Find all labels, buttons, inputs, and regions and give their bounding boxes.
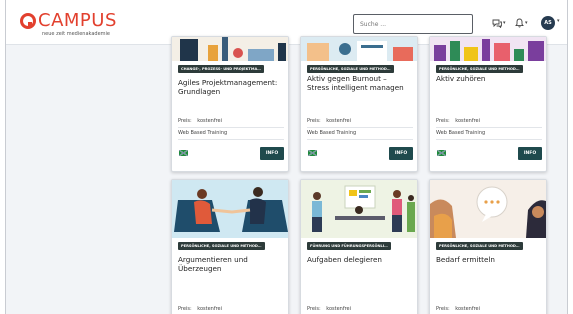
chevron-down-icon[interactable]: ▾	[557, 18, 560, 24]
logo-text: CAMPUS	[38, 10, 117, 31]
divider	[178, 139, 284, 140]
window-frame-right	[567, 0, 573, 314]
category-badge: FÜHRUNG UND FÜHRUNGSPERSÖNLI…	[307, 242, 391, 250]
flag-icon	[179, 150, 188, 156]
price-value: kostenfrei	[455, 118, 480, 124]
course-card[interactable]: PERSÖNLICHE, SOZIALE UND METHOD… Aktiv z…	[429, 36, 547, 172]
category-badge: PERSÖNLICHE, SOZIALE UND METHOD…	[436, 65, 523, 73]
course-format: Web Based Training	[307, 130, 357, 136]
logo-ring-icon	[20, 13, 36, 29]
category-badge: CHANGE-, PROZESS- UND PROJEKTMA…	[178, 65, 264, 73]
course-title[interactable]: Bedarf ermitteln	[436, 255, 540, 264]
course-card[interactable]: FÜHRUNG UND FÜHRUNGSPERSÖNLI… Aufgaben d…	[300, 179, 418, 314]
course-thumbnail	[301, 180, 417, 238]
info-button[interactable]: INFO	[518, 147, 542, 160]
price-label: Preis:	[436, 118, 450, 124]
course-card[interactable]: CHANGE-, PROZESS- UND PROJEKTMA… Agiles …	[171, 36, 289, 172]
category-badge: PERSÖNLICHE, SOZIALE UND METHOD…	[178, 242, 265, 250]
user-avatar[interactable]: AS	[541, 16, 555, 30]
price-value: kostenfrei	[197, 306, 222, 312]
notifications-button[interactable]: ▾	[515, 16, 528, 30]
course-thumbnail	[301, 37, 417, 61]
flag-icon	[437, 150, 446, 156]
search-input[interactable]	[353, 14, 473, 34]
logo-tagline: neue zeit medienakademie	[42, 31, 110, 37]
course-title[interactable]: Aufgaben delegieren	[307, 255, 411, 264]
chevron-down-icon: ▾	[503, 20, 506, 26]
course-card[interactable]: PERSÖNLICHE, SOZIALE UND METHOD… Aktiv g…	[300, 36, 418, 172]
course-grid: CHANGE-, PROZESS- UND PROJEKTMA… Agiles …	[6, 36, 567, 314]
category-badge: PERSÖNLICHE, SOZIALE UND METHOD…	[307, 65, 394, 73]
flag-icon	[308, 150, 317, 156]
course-title[interactable]: Argumentieren und Überzeugen	[178, 255, 282, 273]
info-button[interactable]: INFO	[389, 147, 413, 160]
course-title[interactable]: Agiles Projektmanagement: Grundlagen	[178, 78, 282, 96]
price-value: kostenfrei	[455, 306, 480, 312]
price-value: kostenfrei	[326, 306, 351, 312]
course-card[interactable]: PERSÖNLICHE, SOZIALE UND METHOD… Bedarf …	[429, 179, 547, 314]
info-button[interactable]: INFO	[260, 147, 284, 160]
course-title[interactable]: Aktiv gegen Burnout – Stress intelligent…	[307, 74, 411, 92]
category-badge: PERSÖNLICHE, SOZIALE UND METHOD…	[436, 242, 523, 250]
price-label: Preis:	[178, 118, 192, 124]
course-card[interactable]: PERSÖNLICHE, SOZIALE UND METHOD… Argumen…	[171, 179, 289, 314]
divider	[307, 127, 413, 128]
price-value: kostenfrei	[197, 118, 222, 124]
course-thumbnail	[430, 37, 546, 61]
price-label: Preis:	[307, 118, 321, 124]
divider	[307, 139, 413, 140]
divider	[436, 139, 542, 140]
course-thumbnail	[172, 37, 288, 61]
chat-icon	[492, 19, 502, 28]
app-window: CAMPUS neue zeit medienakademie ▾ ▾ AS ▾	[0, 0, 573, 314]
divider	[436, 127, 542, 128]
course-format: Web Based Training	[178, 130, 228, 136]
course-thumbnail	[430, 180, 546, 238]
price-label: Preis:	[178, 306, 192, 312]
course-title[interactable]: Aktiv zuhören	[436, 74, 540, 83]
price-label: Preis:	[436, 306, 450, 312]
price-value: kostenfrei	[326, 118, 351, 124]
course-format: Web Based Training	[436, 130, 486, 136]
bell-icon	[515, 18, 524, 28]
divider	[178, 127, 284, 128]
course-thumbnail	[172, 180, 288, 238]
price-label: Preis:	[307, 306, 321, 312]
chevron-down-icon: ▾	[525, 20, 528, 26]
chat-menu-button[interactable]: ▾	[492, 16, 506, 30]
